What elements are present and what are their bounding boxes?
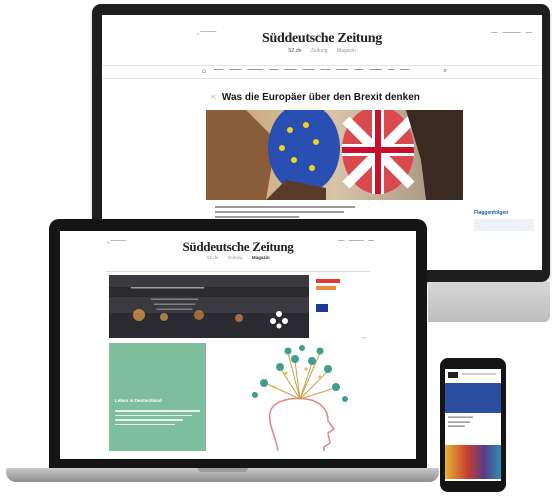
smartphone: ▔▔▔▔▔▔▔▔▔ ▔▔▔▔▔▔▔▔ ▔▔▔▔▔▔	[440, 358, 506, 492]
share-icon[interactable]: ⇱	[211, 95, 217, 102]
laptop-divider	[106, 271, 370, 272]
sidebar-title: Flaggenfolgen	[474, 210, 509, 216]
desktop-subnav: SZ.de Zeitung Magazin	[102, 48, 542, 54]
phone-logo[interactable]	[448, 372, 458, 378]
phone-screen: ▔▔▔▔▔▔▔▔▔ ▔▔▔▔▔▔▔▔ ▔▔▔▔▔▔	[445, 369, 501, 481]
card-title: Leben in Deutschland	[115, 398, 162, 403]
card-text: Leben in Deutschland	[115, 398, 200, 425]
laptop-subnav: SZ.de Zeitung Magazin	[60, 255, 416, 260]
phone-nav[interactable]	[462, 373, 496, 375]
banner-heading: ▔▔▔▔▔▔▔▔▔▔▔▔▔▔▔▔▔▔▔	[131, 288, 205, 294]
sidebar-box[interactable]: Flaggenfolgen	[474, 210, 534, 231]
desktop-logo[interactable]: Süddeutsche Zeitung	[102, 31, 542, 47]
phone-teaser-image[interactable]	[445, 445, 501, 479]
laptop-account-links[interactable]: ▔▔ ▔▔▔▔▔ ▔▔	[334, 240, 374, 245]
desktop-main-nav: ⌂ ▔▔▔ ▔▔▔▔ ▔▔▔▔▔ ▔▔▔ ▔▔▔▔ ▔▔▔▔ ▔▔▔ ▔▔▔▔ ▔▔▔ ▔▔▔▔ ▔…	[102, 65, 542, 79]
desktop-account-links[interactable]: ▔▔ ▔▔▔▔▔▔ ▔▔	[486, 32, 532, 37]
subnav-magazin[interactable]: Magazin	[337, 48, 356, 54]
laptop-subnav-sz-de[interactable]: SZ.de	[206, 255, 218, 260]
desktop-nav-items[interactable]: ▔▔▔ ▔▔▔▔ ▔▔▔▔▔ ▔▔▔ ▔▔▔▔ ▔▔▔▔ ▔▔▔ ▔▔▔▔ ▔▔▔ ▔▔▔▔ ▔▔ ▔…	[214, 69, 415, 74]
desktop-header: ⌕ ▔▔▔▔ Süddeutsche Zeitung ▔▔ ▔▔▔▔▔▔ ▔▔	[102, 15, 542, 49]
magazine-banner[interactable]: ▔▔▔▔▔▔▔▔▔▔▔▔▔▔▔▔▔▔▔ ▔▔▔▔▔▔▔▔▔▔▔▔▔▔▔▔▔ ▔▔▔…	[109, 275, 309, 338]
monitor-stand	[428, 282, 550, 322]
ad-red-bar	[316, 279, 340, 283]
magazine-card[interactable]: Leben in Deutschland	[109, 343, 206, 451]
phone-teaser-text[interactable]: ▔▔▔▔▔▔▔▔▔ ▔▔▔▔▔▔▔▔ ▔▔▔▔▔▔	[448, 417, 498, 431]
subnav-sz-de[interactable]: SZ.de	[288, 48, 301, 54]
laptop-subnav-zeitung[interactable]: Zeitung	[228, 255, 243, 260]
eu-flag-icon	[316, 304, 328, 312]
ad-orange-bar	[316, 286, 336, 290]
head-plant-illustration	[252, 345, 348, 451]
search-icon[interactable]: ⌕	[444, 68, 447, 75]
laptop-notch	[198, 468, 248, 472]
phone-hero-image[interactable]	[445, 383, 501, 413]
laptop-subnav-magazin[interactable]: Magazin	[252, 255, 270, 260]
subnav-zeitung[interactable]: Zeitung	[311, 48, 328, 54]
laptop: ⌕ ▔▔▔▔ Süddeutsche Zeitung ▔▔ ▔▔▔▔▔ ▔▔ SZ.…	[49, 219, 427, 469]
banner-text: ▔▔▔▔▔▔▔▔▔▔▔▔▔▔▔▔▔ ▔▔▔▔▔▔▔▔▔▔▔▔▔▔▔ ▔▔▔▔▔▔▔▔…	[151, 299, 198, 313]
laptop-screen: ⌕ ▔▔▔▔ Süddeutsche Zeitung ▔▔ ▔▔▔▔▔ ▔▔ SZ.…	[60, 231, 416, 459]
home-icon[interactable]: ⌂	[202, 68, 206, 75]
laptop-label: ▔▔	[362, 337, 367, 341]
article-headline[interactable]: ⇱ Was die Europäer über den Brexit denken	[211, 92, 420, 103]
sidebar-content	[474, 219, 534, 231]
article-hero-image	[206, 110, 463, 200]
laptop-side-ad[interactable]	[316, 275, 348, 312]
banner-logo-icon	[270, 311, 288, 329]
